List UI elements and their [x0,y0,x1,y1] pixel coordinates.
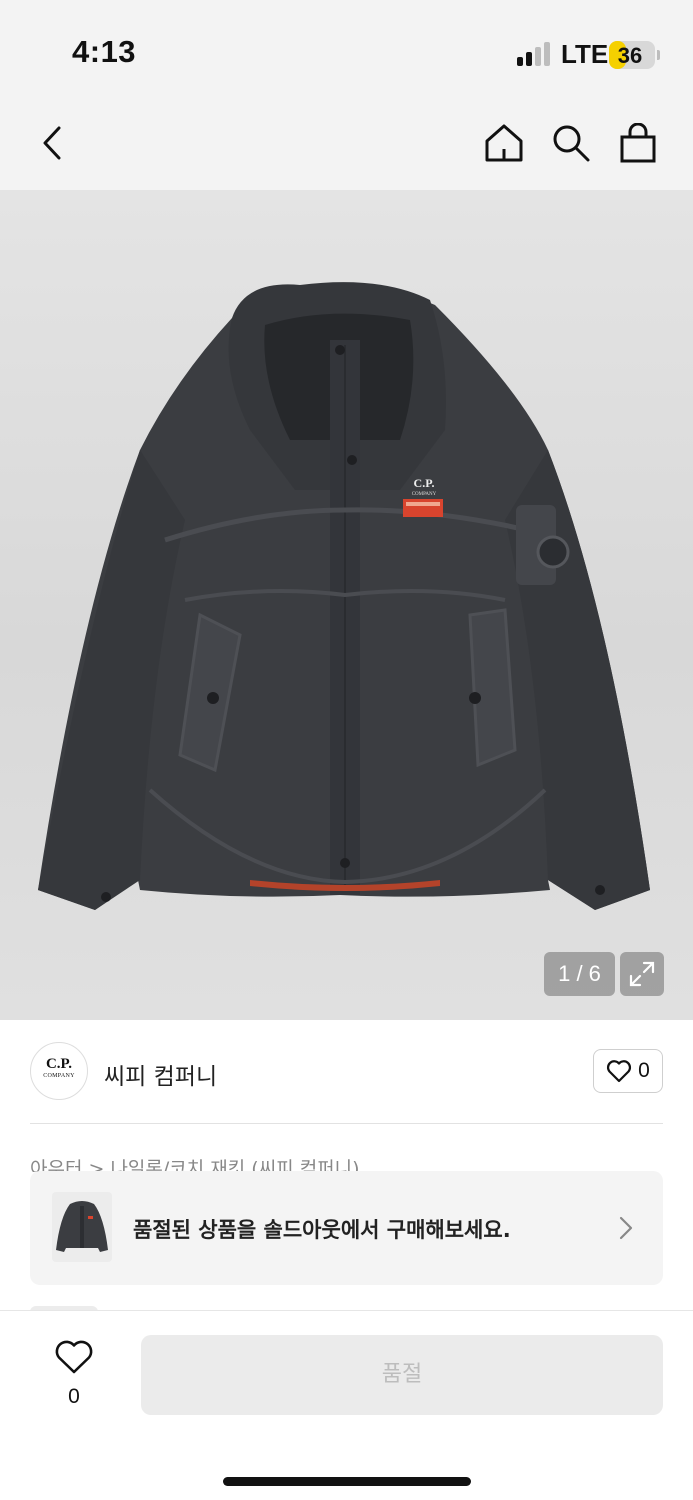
wishlist-count: 0 [68,1385,80,1408]
battery-cap [657,50,660,60]
back-button[interactable] [27,118,77,168]
wishlist-button[interactable]: 0 [44,1335,104,1415]
expand-button[interactable] [620,952,664,996]
heart-icon [607,1060,632,1083]
brand-name[interactable]: 씨피 컴퍼니 [104,1057,217,1091]
battery-level: 36 [617,43,643,68]
breadcrumb[interactable]: 아우터 > 나일론/코치 재킷 (씨피 컴퍼니) [30,1152,663,1172]
cart-button[interactable] [613,118,663,168]
signal-icon [517,42,553,66]
brand-logo[interactable]: C.P. COMPANY [30,1042,88,1100]
brand-logo-line1: C.P. [45,1056,73,1072]
divider [30,1123,663,1124]
jacket-logo-line1: C.P. [414,476,435,490]
network-type: LTE [561,39,609,69]
bottom-action-bar: 0 품절 [0,1310,693,1500]
jacket-logo-line2: COMPANY [412,492,437,497]
nav-bar [0,104,693,190]
chevron-right-icon [619,1216,633,1240]
soldout-banner[interactable]: 품절된 상품을 솔드아웃에서 구매해보세요. [30,1171,663,1285]
chevron-left-icon [43,126,61,160]
heart-icon [55,1340,93,1374]
search-button[interactable] [546,118,596,168]
battery-icon: 36 [609,41,655,69]
image-pager: 1 / 6 [544,952,615,996]
status-time: 4:13 [72,34,137,69]
home-indicator [223,1477,471,1486]
brand-row[interactable]: C.P. COMPANY 씨피 컴퍼니 0 [30,1042,663,1102]
brand-like-count: 0 [638,1059,650,1082]
soldout-button[interactable]: 품절 [141,1335,663,1415]
brand-logo-line2: COMPANY [43,1073,75,1079]
soldout-banner-text: 품절된 상품을 솔드아웃에서 구매해보세요. [133,1218,511,1242]
home-icon [485,124,523,162]
product-image-gallery[interactable]: C.P. COMPANY 1 / 6 [0,190,693,1020]
banner-thumbnail [52,1192,112,1262]
home-button[interactable] [479,118,529,168]
product-image: C.P. COMPANY [38,282,650,910]
brand-like-button[interactable]: 0 [593,1049,663,1093]
expand-icon [629,961,655,987]
shopping-bag-icon [620,123,656,163]
status-bar: 4:13 LTE 36 [0,0,693,104]
search-icon [553,125,590,162]
